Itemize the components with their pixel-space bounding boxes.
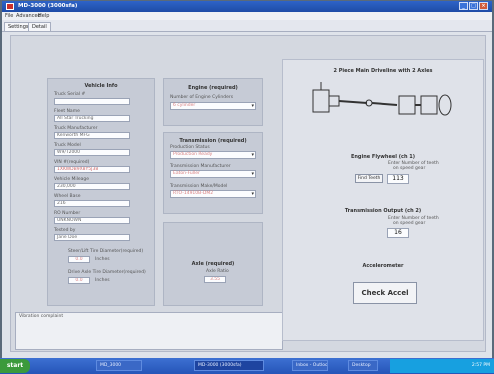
find-teeth-button[interactable]: Find Teeth [355,174,383,183]
drive-tire-label: Drive Axle Tire Diameter(required) [68,270,146,275]
transmission-title: Transmission (required) [179,138,247,144]
driveline-diagram-title: 2 Piece Main Driveline with 2 Axles [333,68,433,74]
axle-panel: Axle (required) Axle Ratio 3.55 [163,222,263,306]
transmission-model-label: Transmission Make/Model [170,184,228,189]
taskbar-item[interactable]: MD_3000 [96,360,142,371]
chevron-down-icon: ▾ [251,191,254,197]
transmission-output-title: Transmission Output (ch 2) [344,208,422,214]
output-teeth-input[interactable]: 16 [387,228,409,238]
truck-model-label: Truck Model [54,143,81,148]
transmission-model-value: RTO-14910B-DM2 [173,191,214,196]
wheel-base-input[interactable]: 216 [54,200,130,207]
drive-tire-input[interactable]: 0.0 [68,277,90,284]
vehicle-mileage-label: Vehicle Mileage [54,177,90,182]
fleet-name-input[interactable]: All Star Trucking [54,115,130,122]
tab-strip: Settings Detail [2,20,492,32]
vibration-complaint-box[interactable]: Vibration complaint [15,312,283,350]
transmission-manufacturer-select[interactable]: Eaton-Fuller ▾ [170,170,256,178]
vehicle-info-panel: Vehicle Info Truck Serial # Fleet Name A… [47,78,155,306]
engine-panel: Engine (required) Number of Engine Cylin… [163,78,263,126]
tested-by-label: Tested by [54,228,76,233]
menu-bar: File Advanced Help [2,12,492,20]
close-button[interactable]: × [479,2,488,10]
engine-title: Engine (required) [188,85,238,91]
truck-manufacturer-input[interactable]: Kenworth MFG [54,132,130,139]
ro-number-input[interactable]: UNKNOWN [54,217,130,224]
minimize-button[interactable]: _ [459,2,468,10]
drive-tire-units: Inches [95,278,110,283]
tab-detail[interactable]: Detail [28,22,51,31]
truck-serial-label: Truck Serial # [54,92,86,97]
engine-cylinders-value: 6 cylinder [173,103,196,108]
engine-cylinders-label: Number of Engine Cylinders [170,95,234,100]
accelerometer-title: Accelerometer [362,263,404,269]
vehicle-info-title: Vehicle Info [84,83,118,89]
axle-title: Axle (required) [191,261,235,267]
system-tray: 2:57 PM [390,359,494,373]
taskbar-item-active[interactable]: MD-3000 (3000sfa) [194,360,264,371]
flywheel-sub2: on speed gear [393,166,426,171]
driveline-panel: 2 Piece Main Driveline with 2 Axles Engi… [282,59,484,341]
output-sub2: on speed gear [393,221,426,226]
driveline-diagram [312,82,452,116]
app-window: MD-3000 (3000sfa) _ □ × File Advanced He… [2,1,492,371]
production-status-select[interactable]: Production Ready ▾ [170,151,256,159]
wheel-base-label: Wheel Base [54,194,81,199]
taskbar: start MD_3000 MD-3000 (3000sfa) Inbox - … [0,358,494,374]
transmission-manufacturer-value: Eaton-Fuller [173,171,200,176]
window-title: MD-3000 (3000sfa) [18,3,78,9]
clock: 2:57 PM [471,363,490,368]
menu-file[interactable]: File [5,13,13,19]
steer-tire-input[interactable]: 0.0 [68,256,90,263]
chevron-down-icon: ▾ [251,103,254,109]
check-accel-button[interactable]: Check Accel [353,282,417,304]
steer-tire-units: Inches [95,257,110,262]
truck-manufacturer-label: Truck Manufacturer [54,126,98,131]
app-icon [6,3,14,10]
flywheel-title: Engine Flywheel (ch 1) [350,154,416,160]
production-status-label: Production Status [170,145,210,150]
truck-serial-input[interactable] [54,98,130,105]
taskbar-item[interactable]: Desktop [348,360,378,371]
production-status-value: Production Ready [173,152,213,157]
chevron-down-icon: ▾ [251,152,254,158]
transmission-manufacturer-label: Transmission Manufacturer [170,164,231,169]
transmission-model-select[interactable]: RTO-14910B-DM2 ▾ [170,190,256,198]
vehicle-mileage-input[interactable]: 230,000 [54,183,130,190]
ro-number-label: RO Number [54,211,81,216]
engine-cylinders-select[interactable]: 6 cylinder ▾ [170,102,256,110]
tested-by-input[interactable]: Jane Doe [54,234,130,241]
steer-tire-label: Steer/Lift Tire Diameter(required) [68,249,144,254]
menu-advanced[interactable]: Advanced [16,13,41,19]
flywheel-teeth-input[interactable]: 113 [387,174,409,184]
axle-ratio-label: Axle Ratio [206,269,229,274]
taskbar-item[interactable]: Inbox - Outlook [292,360,328,371]
menu-help[interactable]: Help [38,13,49,19]
title-bar: MD-3000 (3000sfa) _ □ × [2,1,492,12]
maximize-button[interactable]: □ [469,2,478,10]
vin-label: VIN #(required) [54,160,90,165]
fleet-name-label: Fleet Name [54,109,80,114]
truck-model-input[interactable]: W9/T2000 [54,149,130,156]
start-button[interactable]: start [0,359,30,373]
vin-input[interactable]: 1XKWDB9X8Y5J38 [54,166,130,173]
transmission-panel: Transmission (required) Production Statu… [163,132,263,214]
vibration-complaint-label: Vibration complaint [19,314,64,319]
axle-ratio-input[interactable]: 3.55 [204,276,226,283]
chevron-down-icon: ▾ [251,171,254,177]
